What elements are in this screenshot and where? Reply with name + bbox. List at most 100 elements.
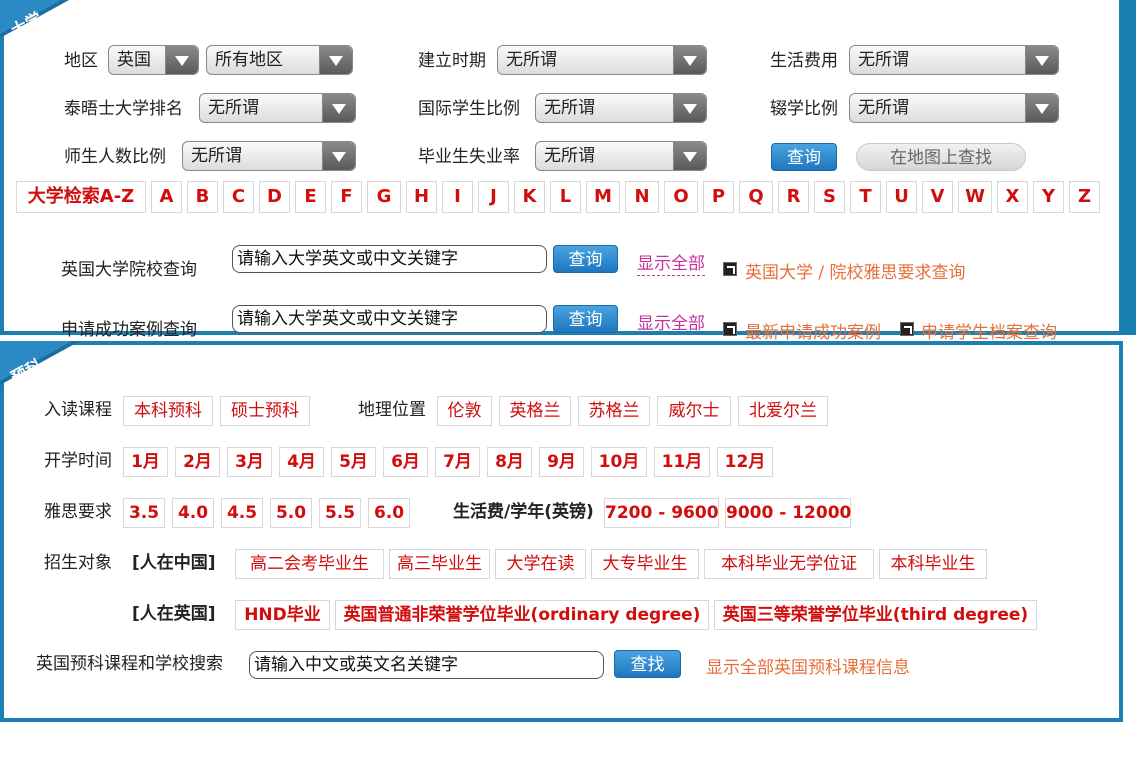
times-rank-select[interactable]: 无所谓 [199,93,356,123]
az-letter-y[interactable]: Y [1033,181,1064,213]
university-corner-tab: 大学 [0,0,80,38]
month-tag-10[interactable]: 11月 [654,447,710,477]
case-search-input[interactable]: 请输入大学英文或中文关键字 [232,305,547,333]
az-letter-g[interactable]: G [367,181,401,213]
az-letter-e[interactable]: E [295,181,326,213]
chevron-down-icon [322,94,355,122]
month-tag-8[interactable]: 9月 [539,447,584,477]
unemploy-select[interactable]: 无所谓 [535,141,707,171]
in-china-tag-5[interactable]: 本科毕业生 [879,549,987,579]
external-link-icon [723,262,737,276]
student-profile-link[interactable]: 申请学生档案查询 [921,318,1057,343]
month-tag-5[interactable]: 6月 [383,447,428,477]
school-search-label: 英国大学院校查询 [61,260,197,280]
month-tag-6[interactable]: 7月 [435,447,480,477]
az-letter-z[interactable]: Z [1069,181,1100,213]
latest-cases-link[interactable]: 最新申请成功案例 [745,318,881,343]
founded-select[interactable]: 无所谓 [497,45,707,75]
course-tag-1[interactable]: 硕士预科 [220,396,310,426]
az-letter-n[interactable]: N [625,181,659,213]
az-letter-u[interactable]: U [886,181,917,213]
in-uk-tag-1[interactable]: 英国普通非荣誉学位毕业(ordinary degree) [335,600,709,630]
az-letter-t[interactable]: T [850,181,881,213]
chevron-down-icon [319,46,352,74]
in-china-tag-3[interactable]: 大专毕业生 [591,549,699,579]
az-letter-j[interactable]: J [478,181,509,213]
school-search-button[interactable]: 查询 [553,245,618,273]
az-letter-o[interactable]: O [664,181,698,213]
az-letter-v[interactable]: V [922,181,953,213]
course-label: 入读课程 [44,400,112,420]
dropout-value: 无所谓 [858,98,909,118]
chevron-down-icon [165,46,198,74]
az-letter-r[interactable]: R [778,181,809,213]
living-cost-select[interactable]: 无所谓 [849,45,1059,75]
ielts-tag-4[interactable]: 5.5 [319,498,361,528]
staff-ratio-select[interactable]: 无所谓 [182,141,356,171]
filter-query-button[interactable]: 查询 [771,143,837,171]
az-letter-c[interactable]: C [223,181,254,213]
ielts-tag-3[interactable]: 5.0 [270,498,312,528]
az-letter-d[interactable]: D [259,181,290,213]
foundation-search-input[interactable]: 请输入中文或英文名关键字 [249,651,604,679]
in-uk-tag-0[interactable]: HND毕业 [235,600,330,630]
show-all-foundation-link[interactable]: 显示全部英国预科课程信息 [706,653,910,678]
month-tag-0[interactable]: 1月 [123,447,168,477]
case-search-button[interactable]: 查询 [553,305,618,333]
school-search-input[interactable]: 请输入大学英文或中文关键字 [232,245,547,273]
map-search-button[interactable]: 在地图上查找 [856,143,1026,171]
az-letter-s[interactable]: S [814,181,845,213]
az-letter-h[interactable]: H [406,181,437,213]
cost-tag-1[interactable]: 9000 - 12000 [725,498,851,528]
month-tag-11[interactable]: 12月 [717,447,773,477]
times-rank-label: 泰晤士大学排名 [64,99,183,119]
in-uk-tag-2[interactable]: 英国三等荣誉学位毕业(third degree) [714,600,1037,630]
az-letter-l[interactable]: L [550,181,581,213]
founded-label: 建立时期 [418,51,486,71]
month-tag-4[interactable]: 5月 [331,447,376,477]
az-letter-p[interactable]: P [703,181,734,213]
location-tag-1[interactable]: 英格兰 [499,396,571,426]
month-tag-2[interactable]: 3月 [227,447,272,477]
az-letter-x[interactable]: X [997,181,1028,213]
intl-ratio-value: 无所谓 [544,98,595,118]
external-link-icon [723,322,737,336]
in-china-tag-2[interactable]: 大学在读 [495,549,586,579]
month-tag-7[interactable]: 8月 [487,447,532,477]
intl-ratio-select[interactable]: 无所谓 [535,93,707,123]
ielts-tag-2[interactable]: 4.5 [221,498,263,528]
in-china-tag-0[interactable]: 高二会考毕业生 [235,549,384,579]
foundation-search-button[interactable]: 查找 [614,650,681,678]
location-tag-4[interactable]: 北爱尔兰 [738,396,828,426]
course-tag-0[interactable]: 本科预科 [123,396,213,426]
az-letter-k[interactable]: K [514,181,545,213]
month-tag-1[interactable]: 2月 [175,447,220,477]
az-letter-q[interactable]: Q [739,181,773,213]
az-letter-i[interactable]: I [442,181,473,213]
dropout-select[interactable]: 无所谓 [849,93,1059,123]
az-letter-m[interactable]: M [586,181,620,213]
in-china-tag-1[interactable]: 高三毕业生 [389,549,490,579]
az-letter-b[interactable]: B [187,181,218,213]
staff-ratio-value: 无所谓 [191,146,242,166]
az-letter-w[interactable]: W [958,181,992,213]
region-country-select[interactable]: 英国 [108,45,199,75]
ielts-tag-1[interactable]: 4.0 [172,498,214,528]
living-cost-value: 无所谓 [858,50,909,70]
cost-tag-0[interactable]: 7200 - 9600 [604,498,719,528]
school-show-all-link[interactable]: 显示全部 [637,249,705,276]
month-tag-9[interactable]: 10月 [591,447,647,477]
region-country-value: 英国 [117,50,151,70]
az-letter-a[interactable]: A [151,181,182,213]
ielts-requirement-link[interactable]: 英国大学 / 院校雅思要求查询 [745,258,966,283]
location-tag-3[interactable]: 威尔士 [657,396,731,426]
ielts-tag-5[interactable]: 6.0 [368,498,410,528]
az-letter-f[interactable]: F [331,181,362,213]
location-tag-0[interactable]: 伦敦 [437,396,492,426]
ielts-tag-0[interactable]: 3.5 [123,498,165,528]
in-china-tag-4[interactable]: 本科毕业无学位证 [704,549,874,579]
month-tag-3[interactable]: 4月 [279,447,324,477]
region-area-select[interactable]: 所有地区 [206,45,353,75]
location-tag-2[interactable]: 苏格兰 [578,396,650,426]
case-show-all-link[interactable]: 显示全部 [637,309,705,334]
